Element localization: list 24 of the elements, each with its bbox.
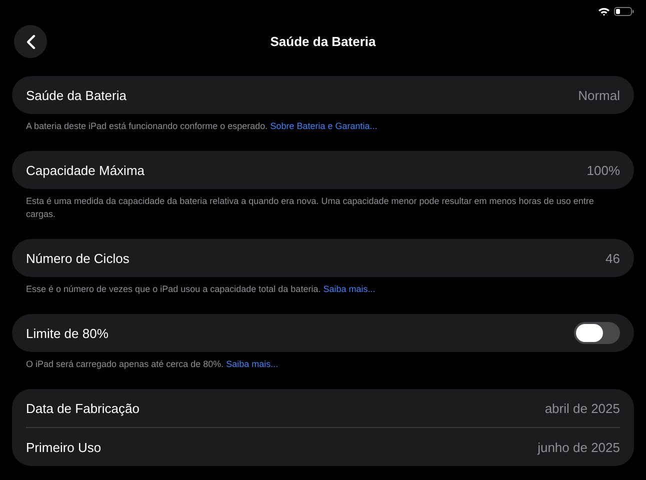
row-value: abril de 2025 [544,400,620,416]
learn-more-link[interactable]: Sobre Bateria e Garantia... [270,121,378,131]
row-label: Capacidade Máxima [26,162,145,178]
row-label: Primeiro Uso [26,440,102,454]
back-button[interactable] [14,25,47,58]
footnote: Esta é uma medida da capacidade da bateria relativa a quando era nova. Uma capacidade menor pode resultar em menos horas de uso entre cargas. [26,195,595,221]
wifi-icon [598,6,610,16]
row-label: Saúde da Bateria [26,88,126,102]
footnote: Esse é o número de vezes que o iPad usou a capacidade total da bateria. Saiba mais... [26,283,376,296]
row-value: 100% [586,162,620,178]
learn-more-link[interactable]: Saiba mais... [226,359,278,369]
footnote: A bateria deste iPad está funcionando conforme o esperado. Sobre Bateria e Garantia... [26,120,378,133]
toggle-switch[interactable] [574,322,620,344]
footnote: O iPad será carregado apenas até cerca de 80%. Saiba mais... [26,358,280,371]
row-label: Data de Fabricação [26,400,140,416]
row-value: 46 [606,250,620,266]
learn-more-link[interactable]: Saiba mais... [323,284,376,294]
battery-icon [614,6,634,16]
row-value: junho de 2025 [538,440,620,454]
row-label: Limite de 80% [26,326,108,340]
back-chevron-icon [26,34,36,50]
page-title: Saúde da Bateria [270,34,376,48]
row-label: Número de Ciclos [26,250,130,266]
row-value: Normal [578,88,620,102]
